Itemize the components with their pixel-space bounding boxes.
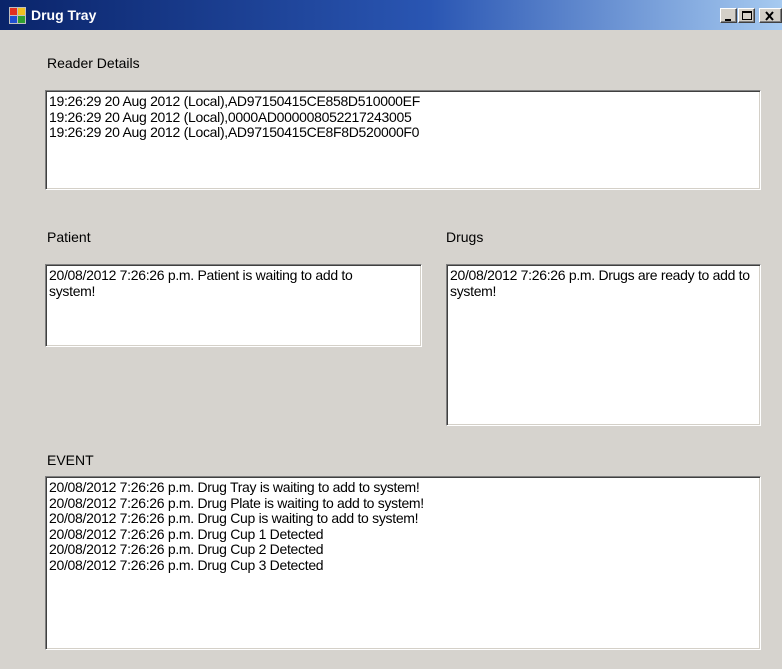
- patient-label: Patient: [47, 229, 91, 245]
- drugs-label: Drugs: [446, 229, 484, 245]
- drug-tray-window: Drug Tray Reader Details 19:26:29 20 Aug…: [0, 0, 782, 669]
- app-window-icon[interactable]: [9, 7, 26, 24]
- minimize-button[interactable]: [720, 8, 737, 23]
- close-button[interactable]: [759, 8, 782, 23]
- event-line: 20/08/2012 7:26:26 p.m. Drug Cup 1 Detec…: [49, 525, 324, 542]
- maximize-button[interactable]: [738, 8, 755, 23]
- patient-text: 20/08/2012 7:26:26 p.m. Patient is waiti…: [49, 267, 357, 299]
- window-title: Drug Tray: [31, 7, 97, 23]
- title-bar[interactable]: Drug Tray: [0, 0, 782, 30]
- reader-line: 19:26:29 20 Aug 2012 (Local),AD97150415C…: [49, 124, 420, 140]
- event-label: EVENT: [47, 452, 94, 468]
- patient-textbox[interactable]: 20/08/2012 7:26:26 p.m. Patient is waiti…: [45, 264, 422, 347]
- reader-details-label: Reader Details: [47, 55, 140, 71]
- event-line: 20/08/2012 7:26:26 p.m. Drug Cup 2 Detec…: [49, 541, 324, 557]
- event-line: 20/08/2012 7:26:26 p.m. Drug Cup is wait…: [49, 510, 419, 526]
- event-textbox[interactable]: 20/08/2012 7:26:26 p.m. Drug Tray is wai…: [45, 476, 761, 650]
- drugs-text: 20/08/2012 7:26:26 p.m. Drugs are ready …: [450, 267, 754, 299]
- event-line: 20/08/2012 7:26:26 p.m. Drug Tray is wai…: [49, 479, 420, 495]
- maximize-icon: [742, 11, 752, 20]
- reader-line: 19:26:29 20 Aug 2012 (Local),0000AD00000…: [49, 108, 412, 125]
- event-line: 20/08/2012 7:26:26 p.m. Drug Cup 3 Detec…: [49, 556, 324, 573]
- drugs-textbox[interactable]: 20/08/2012 7:26:26 p.m. Drugs are ready …: [446, 264, 761, 426]
- event-line: 20/08/2012 7:26:26 p.m. Drug Plate is wa…: [49, 494, 424, 511]
- reader-details-textbox[interactable]: 19:26:29 20 Aug 2012 (Local),AD97150415C…: [45, 90, 761, 190]
- close-icon: [765, 11, 774, 21]
- minimize-icon: [725, 19, 731, 21]
- reader-line: 19:26:29 20 Aug 2012 (Local),AD97150415C…: [49, 93, 420, 109]
